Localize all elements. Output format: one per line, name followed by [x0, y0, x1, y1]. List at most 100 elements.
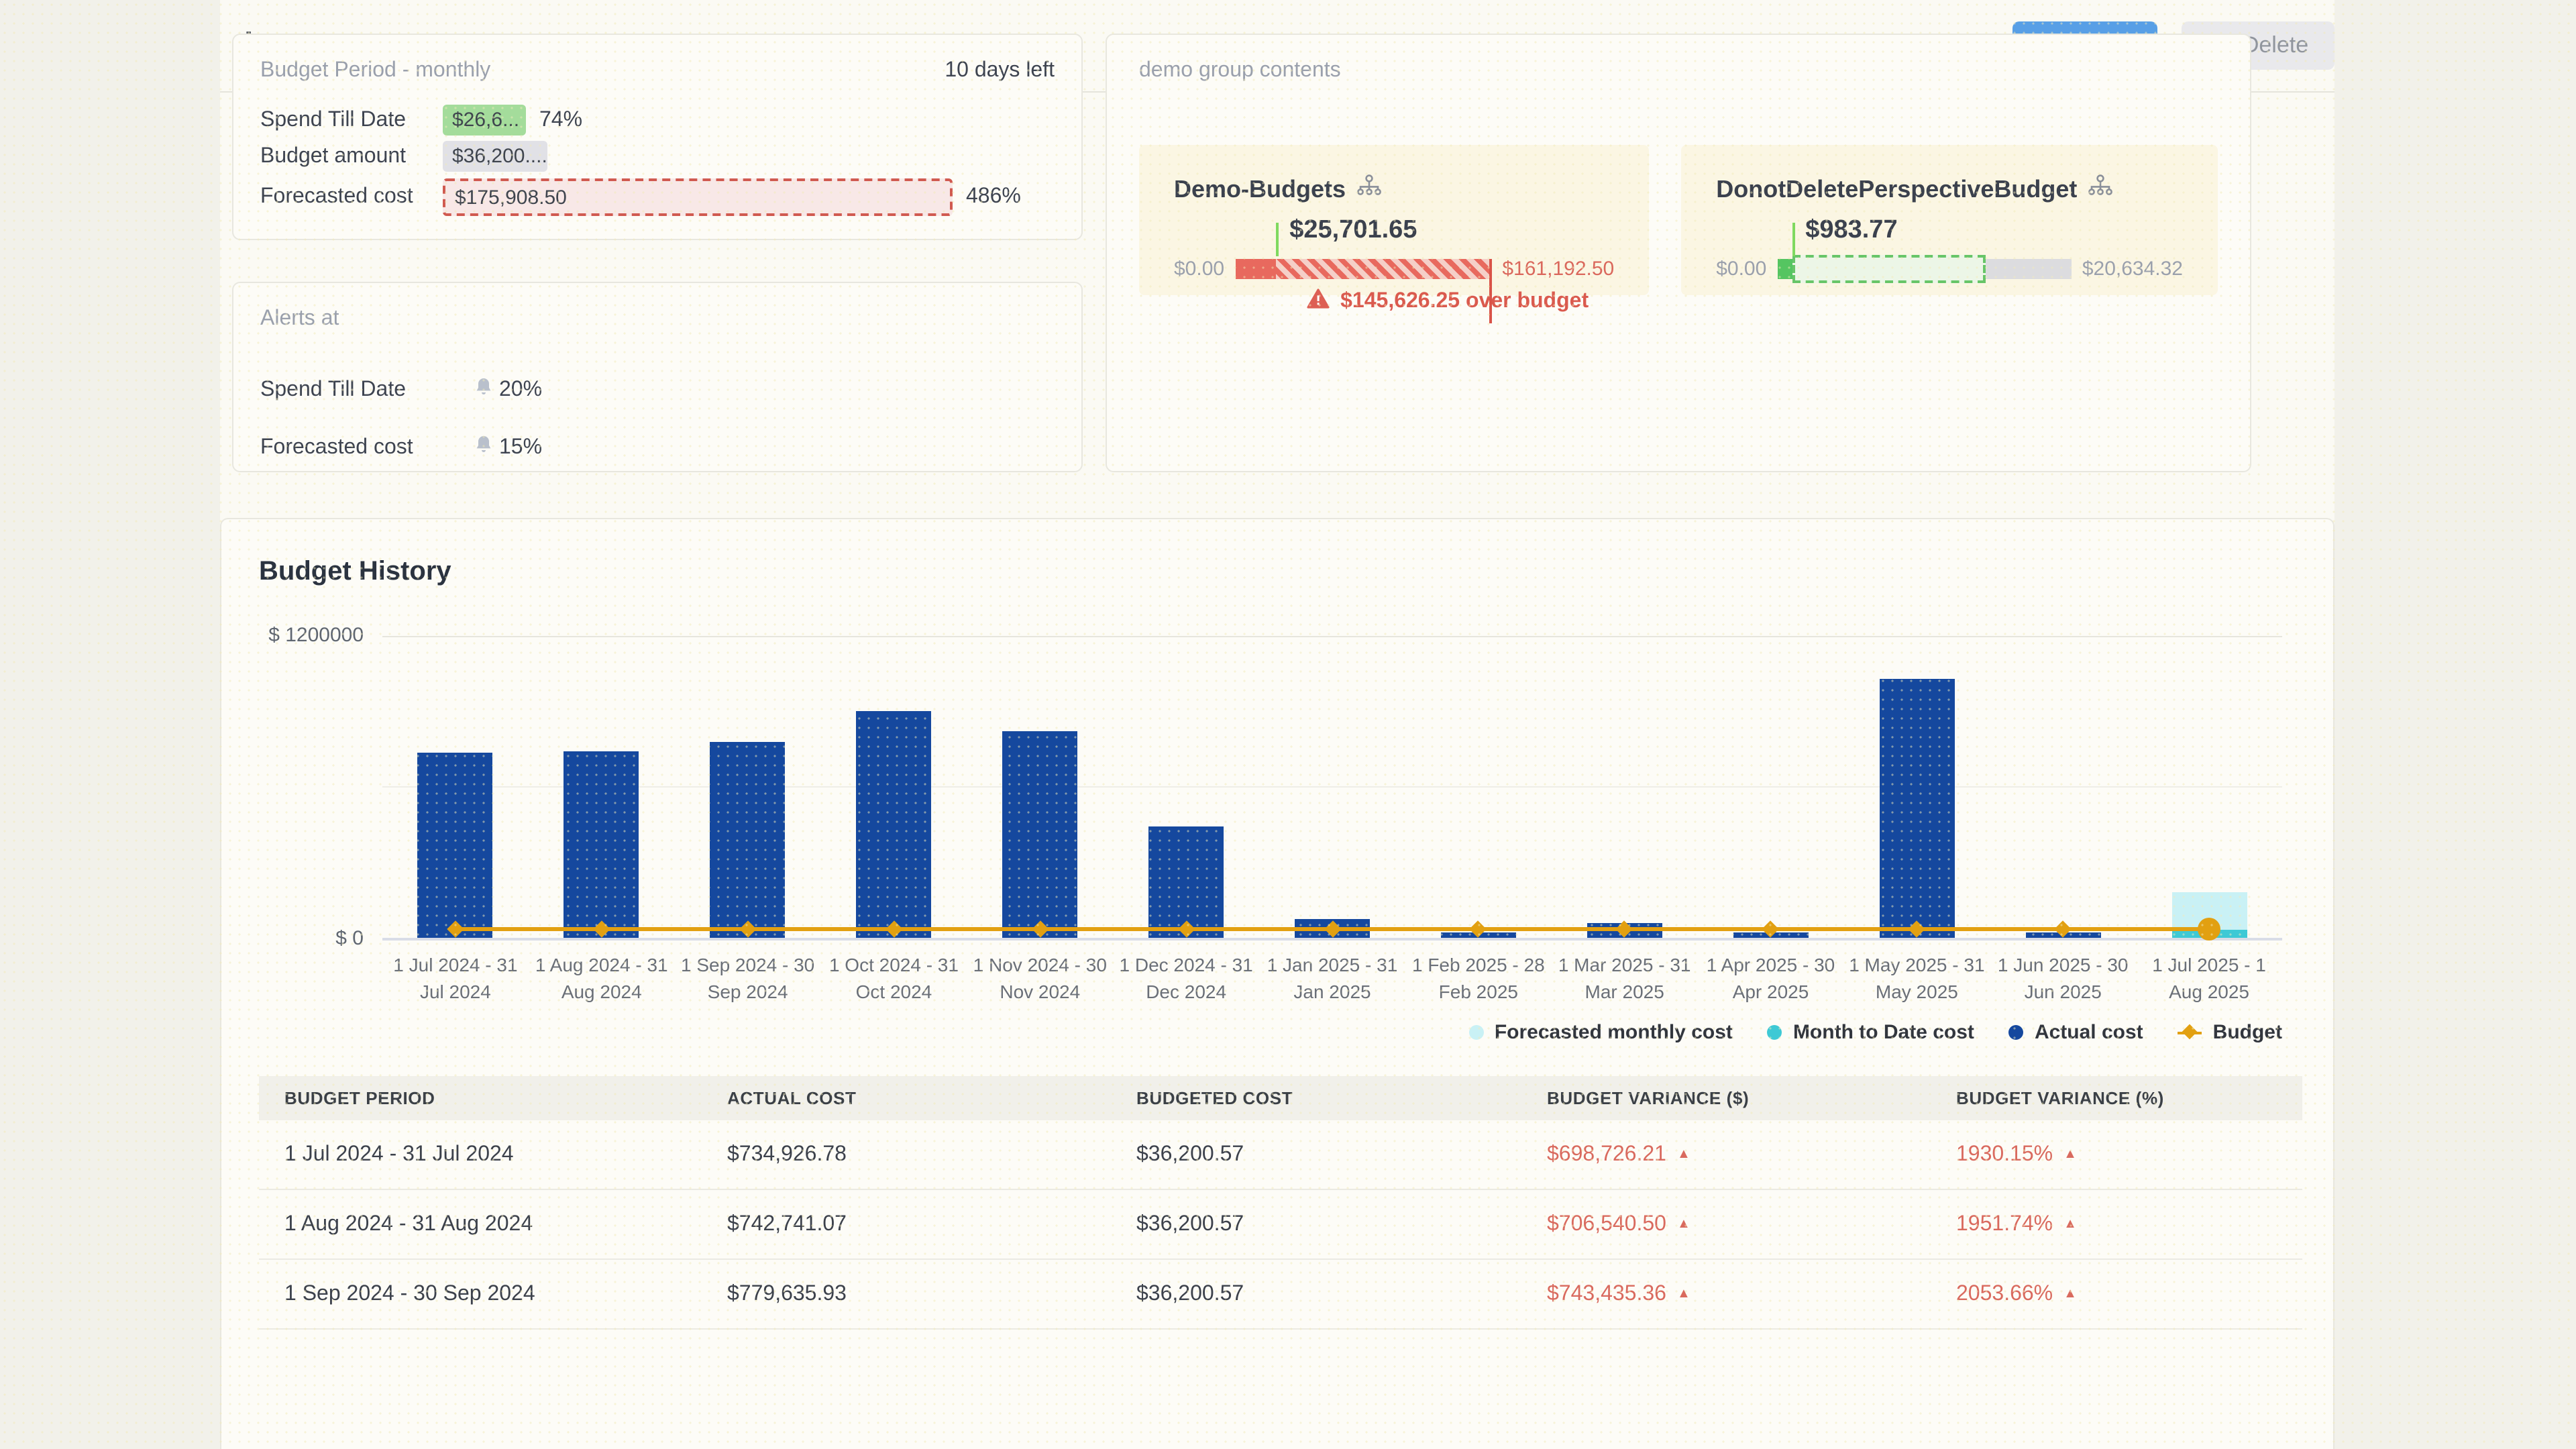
spend-percent: 74% [539, 108, 582, 132]
alerts-card: Alerts at Spend Till Date 20% Forecasted… [232, 282, 1083, 472]
variance-up-icon: ▲ [1677, 1146, 1690, 1161]
x-axis-label: 1 Jun 2025 - 30 Jun 2025 [1990, 953, 2136, 1005]
table-header-cell: BUDGET VARIANCE ($) [1521, 1088, 1931, 1108]
bell-icon [475, 434, 492, 461]
gridline-mid [382, 786, 2282, 788]
budget-history-table: BUDGET PERIODACTUAL COSTBUDGETED COSTBUD… [259, 1076, 2302, 1330]
org-chart-icon [2088, 174, 2113, 204]
table-header-cell: BUDGET VARIANCE (%) [1931, 1088, 2302, 1108]
budget-history-chart: $ 1200000 $ 0 [382, 636, 2282, 941]
budget-current-value: $983.77 [1805, 216, 1897, 246]
budget-item-name: DonotDeletePerspectiveBudget [1716, 175, 2077, 203]
alert-forecast-value: 15% [499, 435, 542, 460]
bell-icon [475, 376, 492, 403]
over-budget-bar [1235, 259, 1491, 279]
delete-button-label: Delete [2243, 32, 2308, 59]
table-cell: $734,926.78 [702, 1142, 1111, 1167]
variance-up-icon: ▲ [1677, 1286, 1690, 1301]
x-axis-label: 1 Oct 2024 - 31 Oct 2024 [821, 953, 967, 1005]
legend-label: Actual cost [2035, 1021, 2143, 1044]
org-chart-icon [1356, 174, 1382, 204]
table-cell: $36,200.57 [1111, 1212, 1521, 1236]
x-axis-label: 1 Dec 2024 - 31 Dec 2024 [1113, 953, 1259, 1005]
spend-chip: $26,6... [443, 105, 526, 136]
legend-label: Budget [2213, 1021, 2282, 1044]
table-row: 1 Aug 2024 - 31 Aug 2024$742,741.07$36,2… [259, 1190, 2302, 1260]
forecasted-cost-row: Forecasted cost $175,908.50 486% [260, 174, 1055, 220]
alert-row-spend: Spend Till Date 20% [260, 361, 1055, 419]
content-column: demo Edit Delete Budget Period - monthly… [220, 0, 2334, 1449]
budget-current-value: $25,701.65 [1289, 216, 1417, 246]
alert-spend-value: 20% [499, 378, 542, 402]
x-axis-label: 1 Jul 2024 - 31 Jul 2024 [382, 953, 529, 1005]
group-contents-card: demo group contents Demo-Budgets $0.00 [1106, 34, 2251, 472]
alert-row-forecast: Forecasted cost 15% [260, 419, 1055, 476]
actual-cost-bar[interactable] [418, 753, 493, 938]
table-cell: 1 Sep 2024 - 30 Sep 2024 [259, 1282, 702, 1306]
x-axis-label: 1 Nov 2024 - 30 Nov 2024 [967, 953, 1113, 1005]
legend-label: Month to Date cost [1793, 1021, 1974, 1044]
spend-till-date-row: Spend Till Date $26,6... 74% [260, 102, 1055, 138]
bar-min-label: $0.00 [1716, 258, 1766, 280]
table-cell: $36,200.57 [1111, 1282, 1521, 1306]
legend-dot [1469, 1025, 1484, 1040]
table-cell: $743,435.36▲ [1521, 1282, 1931, 1306]
legend-item[interactable]: Budget [2178, 1021, 2282, 1044]
budget-item-demo-budgets[interactable]: Demo-Budgets $0.00 $25,701.65 [1139, 145, 1649, 295]
bar-max-label: $161,192.50 [1502, 258, 1614, 280]
x-axis-label: 1 Feb 2025 - 28 Feb 2025 [1405, 953, 1552, 1005]
budget-period-title: Budget Period - monthly [260, 59, 490, 83]
table-cell: 1 Aug 2024 - 31 Aug 2024 [259, 1212, 702, 1236]
forecast-zone [1792, 255, 1986, 283]
table-cell: 1930.15%▲ [1931, 1142, 2302, 1167]
x-axis-labels: 1 Jul 2024 - 31 Jul 20241 Aug 2024 - 31 … [382, 941, 2282, 1005]
forecasted-cost-chip: $175,908.50 [443, 178, 953, 216]
bar-max-label: $20,634.32 [2082, 258, 2183, 280]
budget-marker-current[interactable] [2198, 917, 2220, 940]
actual-cost-bar[interactable] [1879, 679, 1954, 938]
table-cell: $698,726.21▲ [1521, 1142, 1931, 1167]
actual-cost-bar[interactable] [1002, 731, 1077, 938]
spend-tick [1792, 223, 1794, 256]
x-axis-label: 1 Sep 2024 - 30 Sep 2024 [675, 953, 821, 1005]
table-body: 1 Jul 2024 - 31 Jul 2024$734,926.78$36,2… [259, 1120, 2302, 1330]
days-left: 10 days left [945, 59, 1055, 83]
over-budget-note: $145,626.25 over budget [1307, 288, 1589, 315]
table-row: 1 Jul 2024 - 31 Jul 2024$734,926.78$36,2… [259, 1120, 2302, 1190]
legend-dot [1768, 1025, 1782, 1040]
legend-dot [2009, 1025, 2024, 1040]
group-contents-title: demo group contents [1139, 59, 2218, 83]
table-cell: 1 Jul 2024 - 31 Jul 2024 [259, 1142, 702, 1167]
variance-up-icon: ▲ [2063, 1146, 2077, 1161]
x-axis-label: 1 Mar 2025 - 31 Mar 2025 [1552, 953, 1698, 1005]
legend-item[interactable]: Actual cost [2009, 1021, 2143, 1044]
legend-item[interactable]: Forecasted monthly cost [1469, 1021, 1733, 1044]
y-axis-label-max: $ 1200000 [268, 624, 364, 647]
table-cell: $706,540.50▲ [1521, 1212, 1931, 1236]
actual-cost-bar[interactable] [564, 751, 639, 938]
spend-tick [1276, 223, 1279, 256]
legend-label: Forecasted monthly cost [1495, 1021, 1733, 1044]
actual-cost-bar[interactable] [856, 711, 931, 938]
table-cell: $779,635.93 [702, 1282, 1111, 1306]
gridline-top [382, 636, 2282, 637]
x-axis-label: 1 Apr 2025 - 30 Apr 2025 [1698, 953, 1844, 1005]
variance-up-icon: ▲ [2063, 1216, 2077, 1231]
table-header-row: BUDGET PERIODACTUAL COSTBUDGETED COSTBUD… [259, 1076, 2302, 1120]
legend-item[interactable]: Month to Date cost [1768, 1021, 1974, 1044]
within-budget-bar [1777, 259, 2072, 279]
x-axis-label: 1 May 2025 - 31 May 2025 [1843, 953, 1990, 1005]
variance-up-icon: ▲ [2063, 1286, 2077, 1301]
table-header-cell: ACTUAL COST [702, 1088, 1111, 1108]
budget-item-donotdelete[interactable]: DonotDeletePerspectiveBudget $0.00 $983.… [1681, 145, 2218, 295]
budget-legend-icon [2178, 1025, 2202, 1040]
chart-legend: Forecasted monthly cost Month to Date cos… [382, 1021, 2282, 1044]
bar-min-label: $0.00 [1174, 258, 1224, 280]
budget-item-name: Demo-Budgets [1174, 175, 1346, 203]
table-row: 1 Sep 2024 - 30 Sep 2024$779,635.93$36,2… [259, 1260, 2302, 1330]
table-cell: 1951.74%▲ [1931, 1212, 2302, 1236]
budget-amount-chip: $36,200.... [443, 141, 547, 172]
table-cell: $742,741.07 [702, 1212, 1111, 1236]
table-cell: $36,200.57 [1111, 1142, 1521, 1167]
actual-cost-bar[interactable] [710, 742, 786, 938]
